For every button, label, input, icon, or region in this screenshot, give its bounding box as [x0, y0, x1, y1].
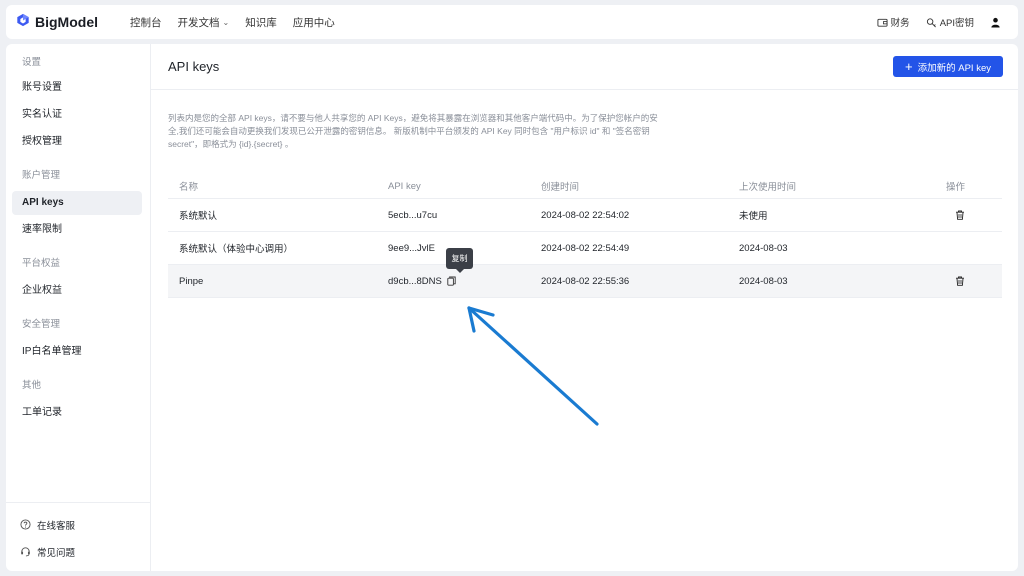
top-right-actions: 财务 API密钥 [861, 15, 1004, 29]
nav-knowledge-base-label: 知识库 [245, 16, 277, 29]
key-value-text: 9ee9...JvlE [388, 242, 435, 254]
add-api-key-label: 添加新的 API key [917, 62, 991, 74]
chevron-down-icon: ⌄ [222, 17, 230, 27]
sidebar: 设置 账号设置 实名认证 授权管理 账户管理 API keys 速率限制 平台权… [6, 44, 151, 571]
key-created: 2024-08-02 22:54:02 [541, 209, 630, 221]
key-created: 2024-08-02 22:55:36 [541, 275, 630, 287]
nav-knowledge-base[interactable]: 知识库 [245, 15, 277, 30]
table-row: Pinpe d9cb...8DNS 2024-08-02 22:55:36 20… [168, 265, 1002, 298]
sidebar-item-authorization[interactable]: 授权管理 [12, 130, 142, 154]
finance-label: 财务 [890, 18, 910, 29]
column-header-name: 名称 [179, 182, 199, 193]
plus-icon: + [905, 59, 913, 74]
main-panel: API keys + 添加新的 API key 列表内是您的全部 API key… [151, 44, 1018, 571]
sidebar-item-rate-limit[interactable]: 速率限制 [12, 218, 142, 242]
sidebar-group-security: 安全管理 [22, 319, 61, 330]
sidebar-footer: 在线客服 常见问题 [6, 502, 150, 571]
sidebar-group-other: 其他 [22, 380, 42, 391]
page-title: API keys [168, 59, 220, 74]
brand[interactable]: BigModel [16, 13, 130, 32]
key-actions [937, 276, 1002, 286]
column-header-last-used: 上次使用时间 [739, 182, 797, 193]
nav-dev-docs-label: 开发文档 [177, 16, 220, 29]
faq-label: 常见问题 [37, 547, 76, 559]
key-last-used: 未使用 [739, 211, 768, 222]
sidebar-group-platform-benefits: 平台权益 [22, 258, 61, 269]
nav-console[interactable]: 控制台 [130, 15, 162, 30]
api-key-link[interactable]: API密钥 [926, 15, 974, 29]
user-menu[interactable] [990, 17, 1004, 28]
top-navigation-bar: BigModel 控制台 开发文档 ⌄ 知识库 应用中心 财务 API密钥 [6, 5, 1018, 39]
key-value-text: 5ecb...u7cu [388, 209, 438, 221]
key-created: 2024-08-02 22:54:49 [541, 242, 630, 254]
finance-link[interactable]: 财务 [877, 15, 910, 29]
delete-key-button[interactable] [955, 210, 965, 220]
key-last-used: 2024-08-03 [739, 242, 788, 254]
key-name: 系统默认（体验中心调用） [179, 244, 294, 255]
sidebar-item-enterprise-benefits[interactable]: 企业权益 [12, 279, 142, 303]
headset-icon [21, 547, 30, 557]
api-keys-table: 名称 API key 创建时间 上次使用时间 操作 系统默认 5ecb...u7… [168, 174, 1002, 298]
brand-name: BigModel [35, 14, 98, 30]
sidebar-item-tickets[interactable]: 工单记录 [12, 401, 142, 425]
main-nav: 控制台 开发文档 ⌄ 知识库 应用中心 [130, 15, 351, 30]
table-header: 名称 API key 创建时间 上次使用时间 操作 [168, 174, 1002, 199]
sidebar-group-settings: 设置 [22, 57, 42, 68]
trash-icon [956, 210, 964, 220]
column-header-api-key: API key [388, 180, 421, 192]
key-name: Pinpe [179, 275, 204, 287]
sidebar-group-account: 账户管理 [22, 170, 61, 181]
key-value: 5ecb...u7cu [388, 210, 541, 221]
faq-link[interactable]: 常见问题 [6, 538, 150, 565]
user-icon [991, 17, 1000, 28]
page-description: 列表内是您的全部 API keys，请不要与他人共享您的 API Keys，避免… [168, 113, 658, 149]
nav-console-label: 控制台 [130, 16, 162, 29]
key-value: d9cb...8DNS [388, 276, 541, 287]
nav-app-center[interactable]: 应用中心 [293, 15, 335, 30]
key-icon [926, 17, 936, 27]
add-api-key-button[interactable]: + 添加新的 API key [893, 56, 1003, 77]
sidebar-item-ip-whitelist[interactable]: IP白名单管理 [12, 340, 142, 364]
copy-key-button[interactable] [447, 276, 456, 286]
wallet-icon [877, 18, 888, 27]
online-support-label: 在线客服 [37, 520, 76, 532]
online-support-link[interactable]: 在线客服 [6, 511, 150, 538]
delete-key-button[interactable] [955, 276, 965, 286]
column-header-actions: 操作 [945, 182, 965, 193]
copy-tooltip: 复制 [446, 248, 473, 273]
sidebar-item-account-settings[interactable]: 账号设置 [12, 76, 142, 100]
key-actions [937, 210, 1002, 220]
sidebar-item-api-keys[interactable]: API keys [12, 191, 142, 215]
copy-icon [447, 276, 456, 286]
nav-dev-docs[interactable]: 开发文档 ⌄ [178, 15, 230, 30]
key-value-text: d9cb...8DNS [388, 275, 442, 287]
key-name: 系统默认 [179, 211, 218, 222]
sidebar-item-real-name[interactable]: 实名认证 [12, 103, 142, 127]
nav-app-center-label: 应用中心 [292, 16, 335, 29]
column-header-created: 创建时间 [541, 182, 580, 193]
table-row: 系统默认 5ecb...u7cu 2024-08-02 22:54:02 未使用 [168, 199, 1002, 232]
table-row: 系统默认（体验中心调用） 9ee9...JvlE 2024-08-02 22:5… [168, 232, 1002, 265]
bigmodel-logo-icon [16, 13, 30, 32]
page-header: API keys [151, 44, 1018, 90]
help-circle-icon [20, 519, 31, 530]
trash-icon [956, 276, 964, 286]
api-key-label: API密钥 [939, 18, 974, 29]
key-last-used: 2024-08-03 [739, 275, 788, 287]
